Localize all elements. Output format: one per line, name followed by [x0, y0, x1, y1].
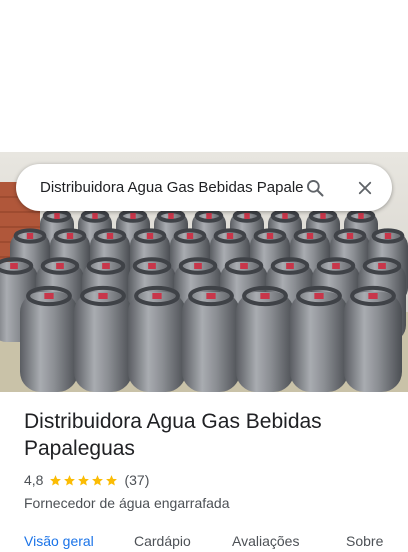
- star-icon: [92, 474, 104, 485]
- search-input[interactable]: Distribuidora Agua Gas Bebidas Papalegua…: [40, 178, 304, 197]
- gas-cylinder: [236, 285, 294, 392]
- gas-cylinder: [128, 285, 186, 392]
- gas-cylinder: [290, 285, 348, 392]
- gas-cylinder: [344, 285, 402, 392]
- star-icon: [106, 474, 118, 485]
- gas-cylinder: [74, 285, 132, 392]
- review-count[interactable]: (37): [124, 471, 149, 489]
- tab-overview[interactable]: Visão geral: [24, 532, 94, 550]
- search-bar: Distribuidora Agua Gas Bebidas Papalegua…: [16, 164, 392, 211]
- rating-stars: [49, 474, 119, 487]
- rating-row[interactable]: 4,8 (37): [24, 471, 394, 489]
- gas-cylinder: [182, 285, 240, 392]
- close-icon[interactable]: [350, 173, 380, 203]
- place-info: Distribuidora Agua Gas Bebidas Papalegua…: [24, 408, 394, 512]
- place-tabs: Visão geral Cardápio Avaliações Sobre: [24, 532, 408, 552]
- star-icon: [64, 474, 76, 485]
- search-icon[interactable]: [300, 173, 330, 203]
- rating-value: 4,8: [24, 472, 44, 488]
- gas-cylinder: [20, 285, 78, 392]
- star-icon: [50, 474, 62, 485]
- place-category: Fornecedor de água engarrafada: [24, 495, 230, 511]
- tab-about[interactable]: Sobre: [346, 532, 383, 550]
- place-title: Distribuidora Agua Gas Bebidas Papalegua…: [24, 410, 322, 460]
- star-icon: [78, 474, 90, 485]
- tab-reviews[interactable]: Avaliações: [232, 532, 299, 550]
- tab-menu[interactable]: Cardápio: [134, 532, 191, 550]
